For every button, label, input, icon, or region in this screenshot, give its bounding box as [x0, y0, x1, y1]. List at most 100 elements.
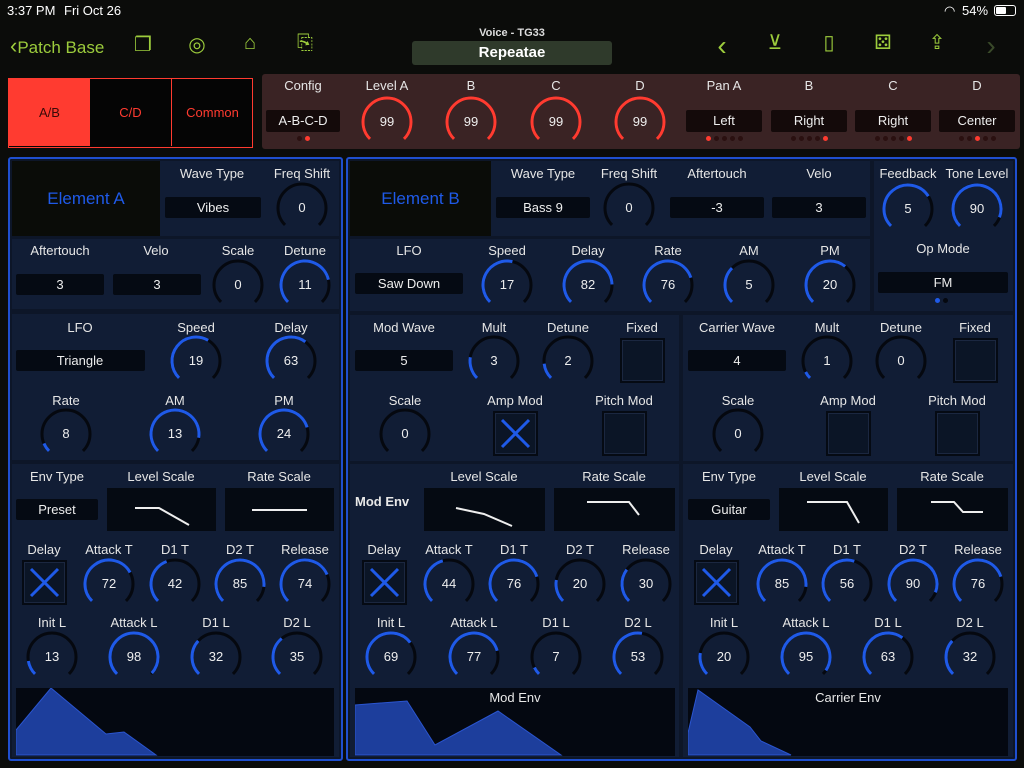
envelope-graph: Mod Env [355, 688, 675, 756]
knob-value: 76 [970, 576, 986, 591]
knob-value: 13 [44, 649, 60, 664]
option-dot [297, 136, 302, 141]
knob-value: 95 [798, 649, 814, 664]
knob-value: 2 [564, 353, 572, 368]
tab-ab[interactable]: A/B [9, 79, 90, 146]
env-title: Mod Env [355, 494, 410, 509]
option-dot [875, 136, 880, 141]
option-dot [991, 136, 996, 141]
value-selector[interactable]: Saw Down [355, 273, 463, 294]
checkbox[interactable] [22, 560, 67, 605]
knob-value: 0 [234, 277, 242, 292]
control-label: Aftertouch [687, 166, 747, 181]
value-selector[interactable]: Guitar [688, 499, 770, 520]
value-selector[interactable]: 3 [16, 274, 104, 295]
checkbox[interactable] [493, 411, 538, 456]
control-label: Fixed [959, 320, 991, 335]
value-selector[interactable]: Preset [16, 499, 98, 520]
knob-value: 0 [298, 200, 306, 215]
wifi-icon: ◠ [944, 3, 956, 18]
curve-icon [806, 501, 860, 524]
section-tabs: A/B C/D Common [8, 78, 253, 148]
share-icon[interactable]: ⇪ [925, 30, 949, 55]
knob-fill [804, 371, 812, 380]
control-label: Rate Scale [920, 469, 984, 484]
option-dot [823, 136, 828, 141]
checkbox[interactable] [694, 560, 739, 605]
knob-value: 76 [660, 277, 676, 292]
value-selector[interactable]: 3 [772, 197, 866, 218]
value-selector[interactable]: 3 [113, 274, 201, 295]
knob-value: 20 [822, 277, 838, 292]
curve-icon [455, 507, 512, 527]
value-selector[interactable]: -3 [670, 197, 764, 218]
knob-value: 99 [463, 114, 479, 129]
x-check-icon [29, 567, 60, 598]
value-selector[interactable]: Triangle [15, 350, 145, 371]
curve-icon [930, 501, 983, 513]
rate-scale-curve [896, 488, 1008, 531]
knob-value: 69 [383, 649, 399, 664]
header-panel: Config A-B-C-D Level A 99 B 99 C 99 D 99 Pan A Left… [262, 74, 1020, 149]
knob-value: 85 [774, 576, 790, 591]
back-button[interactable]: ‹Patch Base [10, 33, 104, 59]
knob-value: 63 [283, 353, 299, 368]
knob-value: 11 [298, 277, 312, 292]
knob-value: 8 [62, 426, 70, 441]
value-selector[interactable]: A-B-C-D [266, 110, 340, 132]
value-selector[interactable]: Bass 9 [496, 197, 590, 218]
value-selector[interactable]: Left [686, 110, 762, 132]
keyboard-download-icon[interactable]: ⊻ [763, 30, 787, 55]
envelope-shape [16, 688, 158, 756]
copy-icon[interactable]: ⎘ [293, 32, 317, 55]
document-icon[interactable]: ▯ [817, 30, 841, 55]
option-dot [967, 136, 972, 141]
dice-icon[interactable]: ⚄ [871, 30, 895, 55]
knob-value: 63 [880, 649, 896, 664]
knob-value: 17 [499, 277, 515, 292]
battery-icon [994, 5, 1016, 16]
checkbox[interactable] [826, 411, 871, 456]
knob-value: 35 [289, 649, 305, 664]
chevron-left-icon[interactable]: ‹ [710, 30, 734, 62]
value-selector[interactable]: Right [771, 110, 847, 132]
value-selector[interactable]: FM [878, 272, 1008, 293]
option-dot [305, 136, 310, 141]
knob-value: 77 [466, 649, 482, 664]
value-selector[interactable]: Vibes [165, 197, 261, 218]
patch-name-field[interactable]: Repeatae [412, 41, 612, 65]
control-label: Release [954, 542, 1002, 557]
knob-value: 5 [904, 201, 912, 216]
x-check-icon [701, 567, 732, 598]
control-label: PM [820, 243, 840, 258]
checkbox[interactable] [620, 338, 665, 383]
chevron-right-icon[interactable]: › [979, 30, 1003, 62]
value-selector[interactable]: Right [855, 110, 931, 132]
knob-value: 0 [734, 426, 742, 441]
knob-value: 76 [506, 576, 522, 591]
windows-icon[interactable]: ❐ [131, 32, 155, 57]
tab-common[interactable]: Common [172, 79, 253, 146]
control-label: Rate Scale [247, 469, 311, 484]
checkbox[interactable] [602, 411, 647, 456]
checkbox[interactable] [953, 338, 998, 383]
option-dot [706, 136, 711, 141]
knob-value: 72 [101, 576, 117, 591]
control-label: Aftertouch [30, 243, 90, 258]
piano-icon[interactable]: ⌂ [238, 32, 262, 55]
checkbox[interactable] [362, 560, 407, 605]
control-label: Freq Shift [273, 166, 331, 181]
knob-value: 42 [167, 576, 183, 591]
midi-icon[interactable]: ◎ [185, 32, 209, 57]
option-dot [738, 136, 743, 141]
control-label: Fixed [626, 320, 658, 335]
option-dot [730, 136, 735, 141]
knob-value: 1 [823, 353, 831, 368]
control-label: Env Type [702, 469, 756, 484]
tab-cd[interactable]: C/D [90, 79, 172, 146]
checkbox[interactable] [935, 411, 980, 456]
value-selector[interactable]: Center [939, 110, 1015, 132]
value-selector[interactable]: 5 [355, 350, 453, 371]
value-selector[interactable]: 4 [688, 350, 786, 371]
knob-fill [42, 442, 51, 453]
